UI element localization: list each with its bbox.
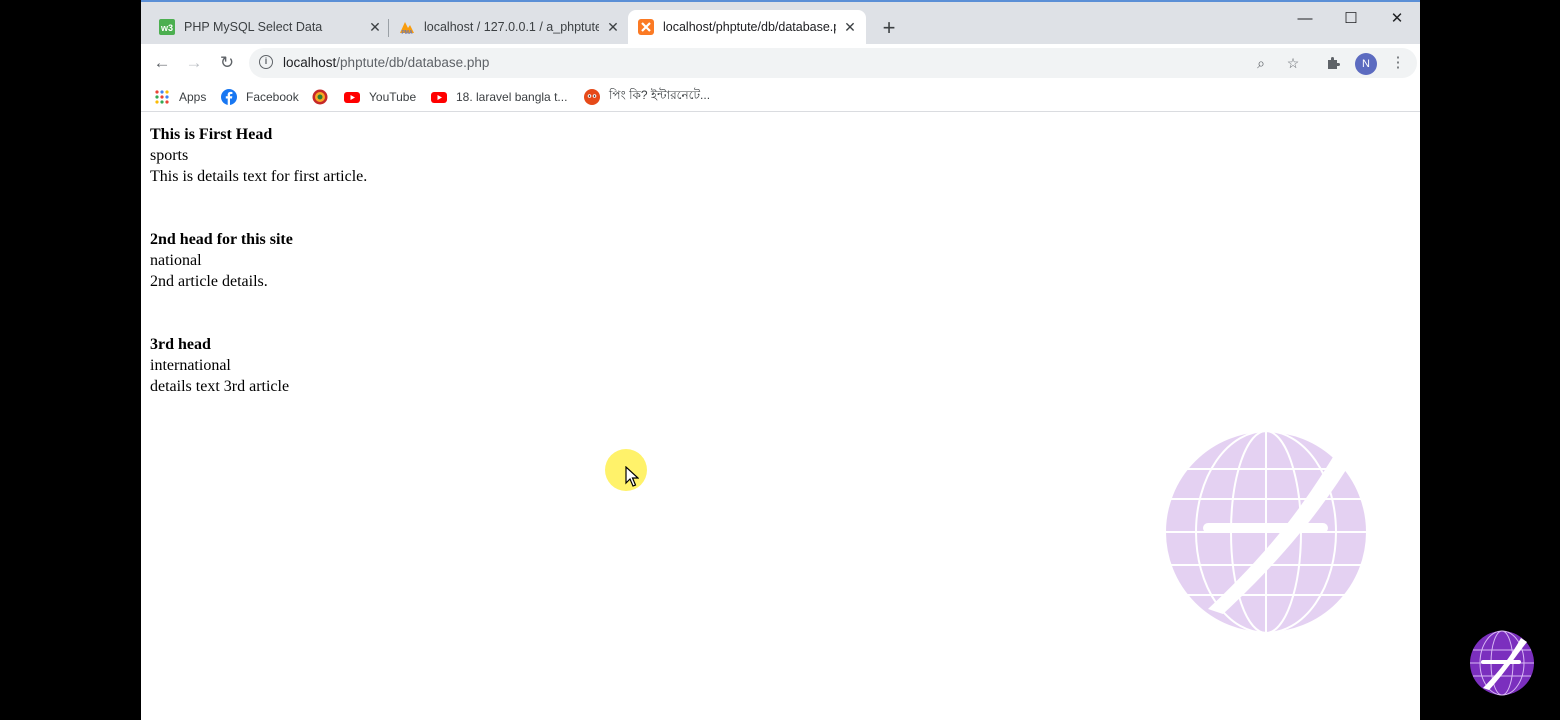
- bookmark-youtube[interactable]: YouTube: [344, 88, 416, 106]
- article-head: 3rd head: [150, 336, 211, 353]
- bookmark-label: 18. laravel bangla t...: [456, 90, 568, 104]
- xampp-icon: [638, 19, 654, 35]
- browser-toolbar: ← → ↻ i localhost/phptute/db/database.ph…: [141, 44, 1420, 82]
- tab-separator: [388, 19, 389, 37]
- article: 3rd head international details text 3rd …: [150, 334, 367, 397]
- bookmark-label: Apps: [179, 90, 207, 104]
- mascot-icon: [584, 89, 600, 105]
- minimize-button[interactable]: —: [1282, 6, 1328, 32]
- apps-grid-icon: [155, 90, 169, 104]
- bookmark-star-icon[interactable]: ☆: [1283, 53, 1303, 73]
- forward-button[interactable]: →: [182, 51, 206, 75]
- bookmark-ping-internet[interactable]: পিং কি? ইন্টারনেটে...: [584, 88, 710, 106]
- article-category: sports: [150, 147, 189, 164]
- youtube-icon: [431, 92, 447, 103]
- site-info-icon[interactable]: i: [259, 55, 273, 69]
- extensions-icon[interactable]: [1322, 52, 1344, 74]
- bookmark-laravel-bangla[interactable]: 18. laravel bangla t...: [431, 88, 567, 106]
- article: This is First Head sports This is detail…: [150, 124, 367, 187]
- svg-text:w3: w3: [160, 23, 173, 33]
- bookmark-unlabeled[interactable]: [312, 88, 337, 106]
- emblem-icon: [312, 89, 328, 105]
- tab-title: PHP MySQL Select Data: [184, 20, 323, 34]
- mouse-pointer-icon: [625, 466, 639, 487]
- article-category: international: [150, 357, 231, 374]
- bookmark-label: Facebook: [246, 90, 299, 104]
- tab-database-php[interactable]: localhost/phptute/db/database.php ✕: [628, 10, 866, 44]
- w3schools-icon: w3: [159, 19, 175, 35]
- article-details: details text 3rd article: [150, 378, 290, 395]
- menu-icon[interactable]: ⋮: [1387, 52, 1409, 74]
- tab-close-icon[interactable]: ✕: [842, 19, 858, 35]
- facebook-icon: [221, 89, 237, 105]
- tab-title: localhost/phptute/db/database.php: [663, 20, 836, 34]
- bookmark-facebook[interactable]: Facebook: [221, 88, 299, 106]
- tab-strip: w3 PHP MySQL Select Data ✕ PMA localhost…: [141, 2, 1420, 44]
- profile-avatar[interactable]: N: [1355, 53, 1377, 75]
- channel-badge-icon: [1470, 630, 1534, 696]
- back-button[interactable]: ←: [150, 51, 174, 75]
- reload-button[interactable]: ↻: [215, 51, 239, 75]
- tab-close-icon[interactable]: ✕: [367, 19, 383, 35]
- bookmark-label: পিং কি? ইন্টারনেটে...: [609, 88, 711, 102]
- address-bar[interactable]: i localhost/phptute/db/database.php ⌕ ☆: [249, 48, 1417, 78]
- bookmark-apps[interactable]: Apps: [154, 88, 206, 106]
- youtube-icon: [344, 92, 360, 103]
- zoom-icon[interactable]: ⌕: [1251, 53, 1271, 73]
- page-content: This is First Head sports This is detail…: [150, 124, 367, 439]
- article-head: 2nd head for this site: [150, 231, 293, 248]
- globe-watermark-icon: [1164, 430, 1368, 634]
- tab-title: localhost / 127.0.0.1 / a_phptute: [424, 20, 599, 34]
- article-details: This is details text for first article.: [150, 168, 368, 185]
- article: 2nd head for this site national 2nd arti…: [150, 229, 367, 292]
- article-category: national: [150, 252, 202, 269]
- phpmyadmin-icon: PMA: [400, 22, 414, 35]
- bookmarks-bar: Apps Facebook YouTube 18. laravel bangla…: [141, 82, 1420, 112]
- tab-close-icon[interactable]: ✕: [605, 19, 621, 35]
- url-text[interactable]: localhost/phptute/db/database.php: [283, 55, 489, 70]
- close-window-button[interactable]: ✕: [1374, 6, 1420, 32]
- article-details: 2nd article details.: [150, 273, 268, 290]
- bookmark-label: YouTube: [369, 90, 417, 104]
- new-tab-button[interactable]: +: [879, 17, 899, 39]
- article-head: This is First Head: [150, 126, 273, 143]
- maximize-button[interactable]: ☐: [1328, 6, 1374, 32]
- tab-phpmyadmin[interactable]: PMA localhost / 127.0.0.1 / a_phptute ✕: [399, 10, 621, 44]
- tab-php-mysql-select-data[interactable]: w3 PHP MySQL Select Data ✕: [159, 10, 383, 44]
- svg-text:PMA: PMA: [401, 30, 413, 35]
